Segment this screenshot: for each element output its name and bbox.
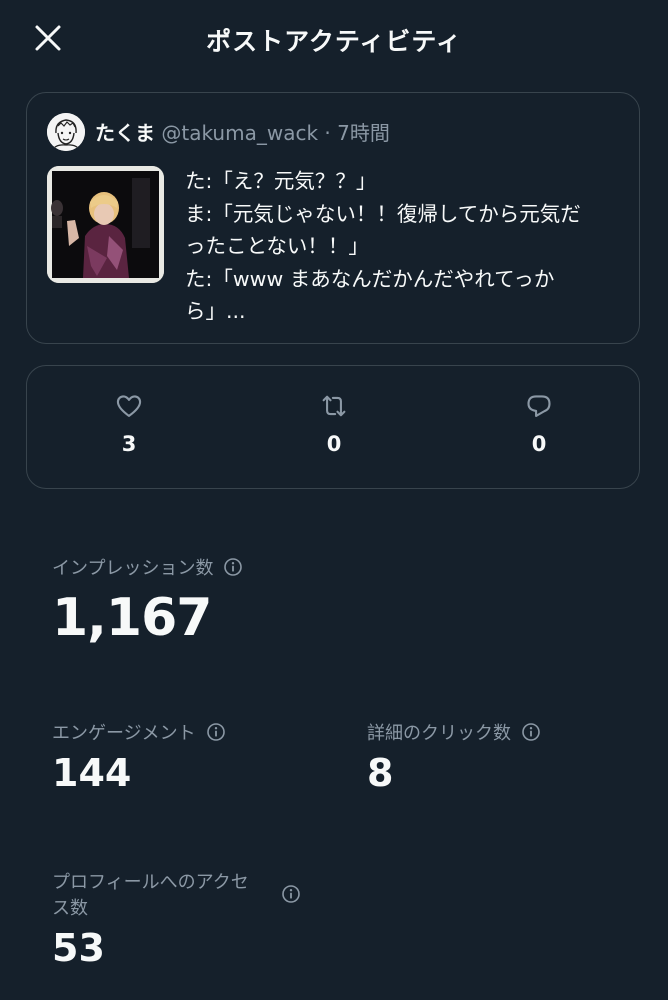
- post-author-line: たくま @takuma_wack · 7時間: [95, 117, 390, 146]
- post-text-line: た:「え？元気？？」: [185, 169, 377, 193]
- reposts-stat[interactable]: 0: [294, 392, 374, 456]
- page-title: ポストアクティビティ: [206, 27, 462, 56]
- separator-dot: ·: [324, 121, 331, 145]
- post-text-line: ら」...: [185, 299, 246, 323]
- repost-icon: [319, 392, 349, 422]
- profile-visits-metric: プロフィールへのアクセ ス数 53: [52, 870, 312, 970]
- profile-visits-label-line1: プロフィールへのアクセ: [52, 872, 249, 893]
- likes-count: 3: [121, 432, 137, 456]
- profile-visits-label-line2: ス数: [52, 898, 88, 919]
- likes-stat[interactable]: 3: [89, 392, 169, 456]
- engagements-value: 144: [52, 751, 132, 795]
- info-icon[interactable]: [223, 557, 243, 577]
- post-preview-card[interactable]: たくま @takuma_wack · 7時間 た:「え？元気？？」 ま:「元気じ…: [26, 92, 640, 344]
- info-icon[interactable]: [281, 884, 301, 904]
- heart-icon: [115, 392, 143, 422]
- post-text-line: た:「www まあなんだかんだやれてっか: [185, 266, 555, 291]
- reposts-count: 0: [326, 432, 342, 456]
- engagements-metric: エンゲージメント 144: [52, 719, 226, 795]
- engagements-label: エンゲージメント: [52, 723, 196, 744]
- header: ポストアクティビティ: [0, 0, 668, 78]
- profile-visits-value: 53: [52, 926, 105, 970]
- post-text-line: ま:「元気じゃない！！復帰してから元気だ: [185, 201, 581, 226]
- detail-clicks-metric: 詳細のクリック数 8: [367, 719, 541, 795]
- post-text-line: ったことない！！」: [185, 234, 369, 258]
- replies-count: 0: [531, 432, 547, 456]
- impressions-value: 1,167: [52, 588, 212, 648]
- post-time: 7時間: [337, 121, 390, 145]
- replies-stat[interactable]: 0: [499, 392, 579, 456]
- avatar[interactable]: [47, 113, 85, 151]
- post-text: た:「え？元気？？」 ま:「元気じゃない！！復帰してから元気だ ったことない！！…: [185, 165, 625, 328]
- info-icon[interactable]: [521, 722, 541, 742]
- detail-clicks-label: 詳細のクリック数: [367, 723, 511, 744]
- impressions-label: インプレッション数: [52, 558, 214, 579]
- impressions-metric: インプレッション数 1,167: [52, 554, 243, 648]
- engagement-stats-card: 3 0 0: [26, 365, 640, 489]
- author-name[interactable]: たくま: [95, 121, 155, 145]
- author-handle[interactable]: @takuma_wack: [161, 121, 318, 145]
- reply-icon: [525, 392, 553, 422]
- detail-clicks-value: 8: [367, 751, 394, 795]
- info-icon[interactable]: [206, 722, 226, 742]
- post-media-thumbnail[interactable]: [47, 166, 164, 283]
